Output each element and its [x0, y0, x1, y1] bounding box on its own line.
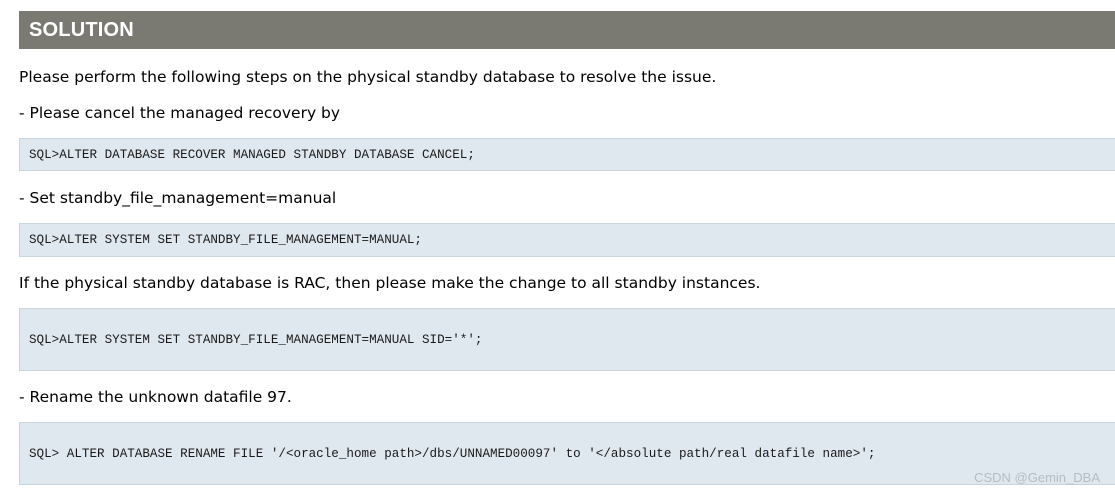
code-block-rename-datafile: SQL> ALTER DATABASE RENAME FILE '/<oracl…	[19, 422, 1115, 485]
step-rename-datafile-text: - Rename the unknown datafile 97.	[19, 388, 292, 406]
code-block-rac-file-management: SQL>ALTER SYSTEM SET STANDBY_FILE_MANAGE…	[19, 308, 1115, 371]
intro-paragraph: Please perform the following steps on th…	[19, 68, 717, 86]
rac-note-text: If the physical standby database is RAC,…	[19, 274, 761, 292]
section-title: SOLUTION	[29, 18, 134, 41]
code-block-cancel-recovery: SQL>ALTER DATABASE RECOVER MANAGED STAND…	[19, 138, 1115, 171]
solution-header: SOLUTION	[19, 11, 1115, 49]
csdn-watermark: CSDN @Gemin_DBA	[974, 470, 1100, 485]
step-set-file-management-text: - Set standby_file_management=manual	[19, 189, 337, 207]
code-block-set-file-management: SQL>ALTER SYSTEM SET STANDBY_FILE_MANAGE…	[19, 223, 1115, 257]
step-cancel-recovery-text: - Please cancel the managed recovery by	[19, 104, 341, 122]
